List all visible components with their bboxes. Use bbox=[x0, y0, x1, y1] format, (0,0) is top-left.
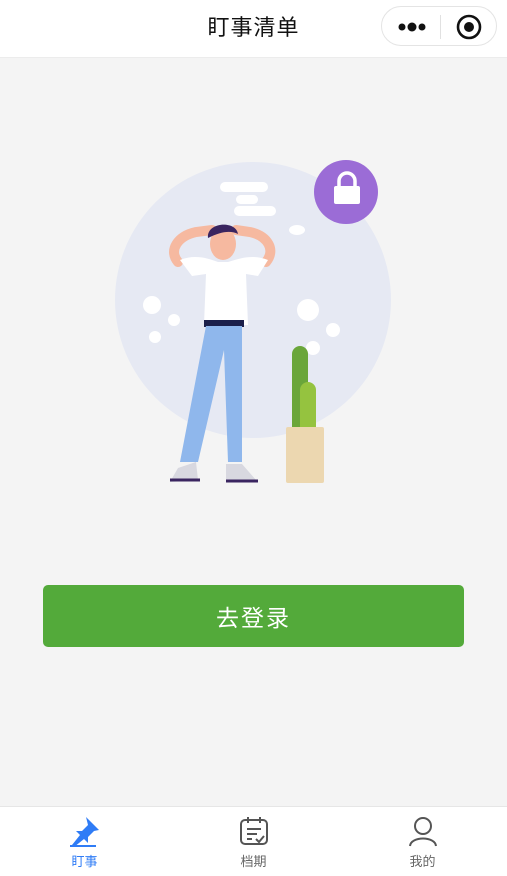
tab-dingshi[interactable]: 盯事 bbox=[0, 807, 169, 876]
tab-label: 盯事 bbox=[71, 855, 98, 870]
tab-dangqi[interactable]: 档期 bbox=[169, 807, 338, 876]
lock-icon bbox=[314, 160, 378, 224]
page: 盯事清单 去登录 盯事 档期 我的 bbox=[0, 0, 507, 876]
capsule-divider bbox=[440, 15, 441, 39]
tab-wode[interactable]: 我的 bbox=[338, 807, 507, 876]
empty-state-illustration bbox=[115, 160, 391, 483]
tab-label: 我的 bbox=[409, 855, 436, 870]
target-close-icon[interactable] bbox=[455, 13, 483, 41]
mini-program-capsule bbox=[381, 6, 497, 46]
navigation-bar: 盯事清单 bbox=[0, 0, 507, 58]
tab-bar: 盯事 档期 我的 bbox=[0, 806, 507, 876]
tab-label: 档期 bbox=[240, 855, 267, 870]
more-dots-icon[interactable] bbox=[396, 15, 428, 39]
pin-icon bbox=[69, 817, 99, 847]
calendar-icon bbox=[239, 817, 268, 845]
login-button[interactable]: 去登录 bbox=[43, 585, 464, 647]
user-icon bbox=[408, 817, 437, 847]
